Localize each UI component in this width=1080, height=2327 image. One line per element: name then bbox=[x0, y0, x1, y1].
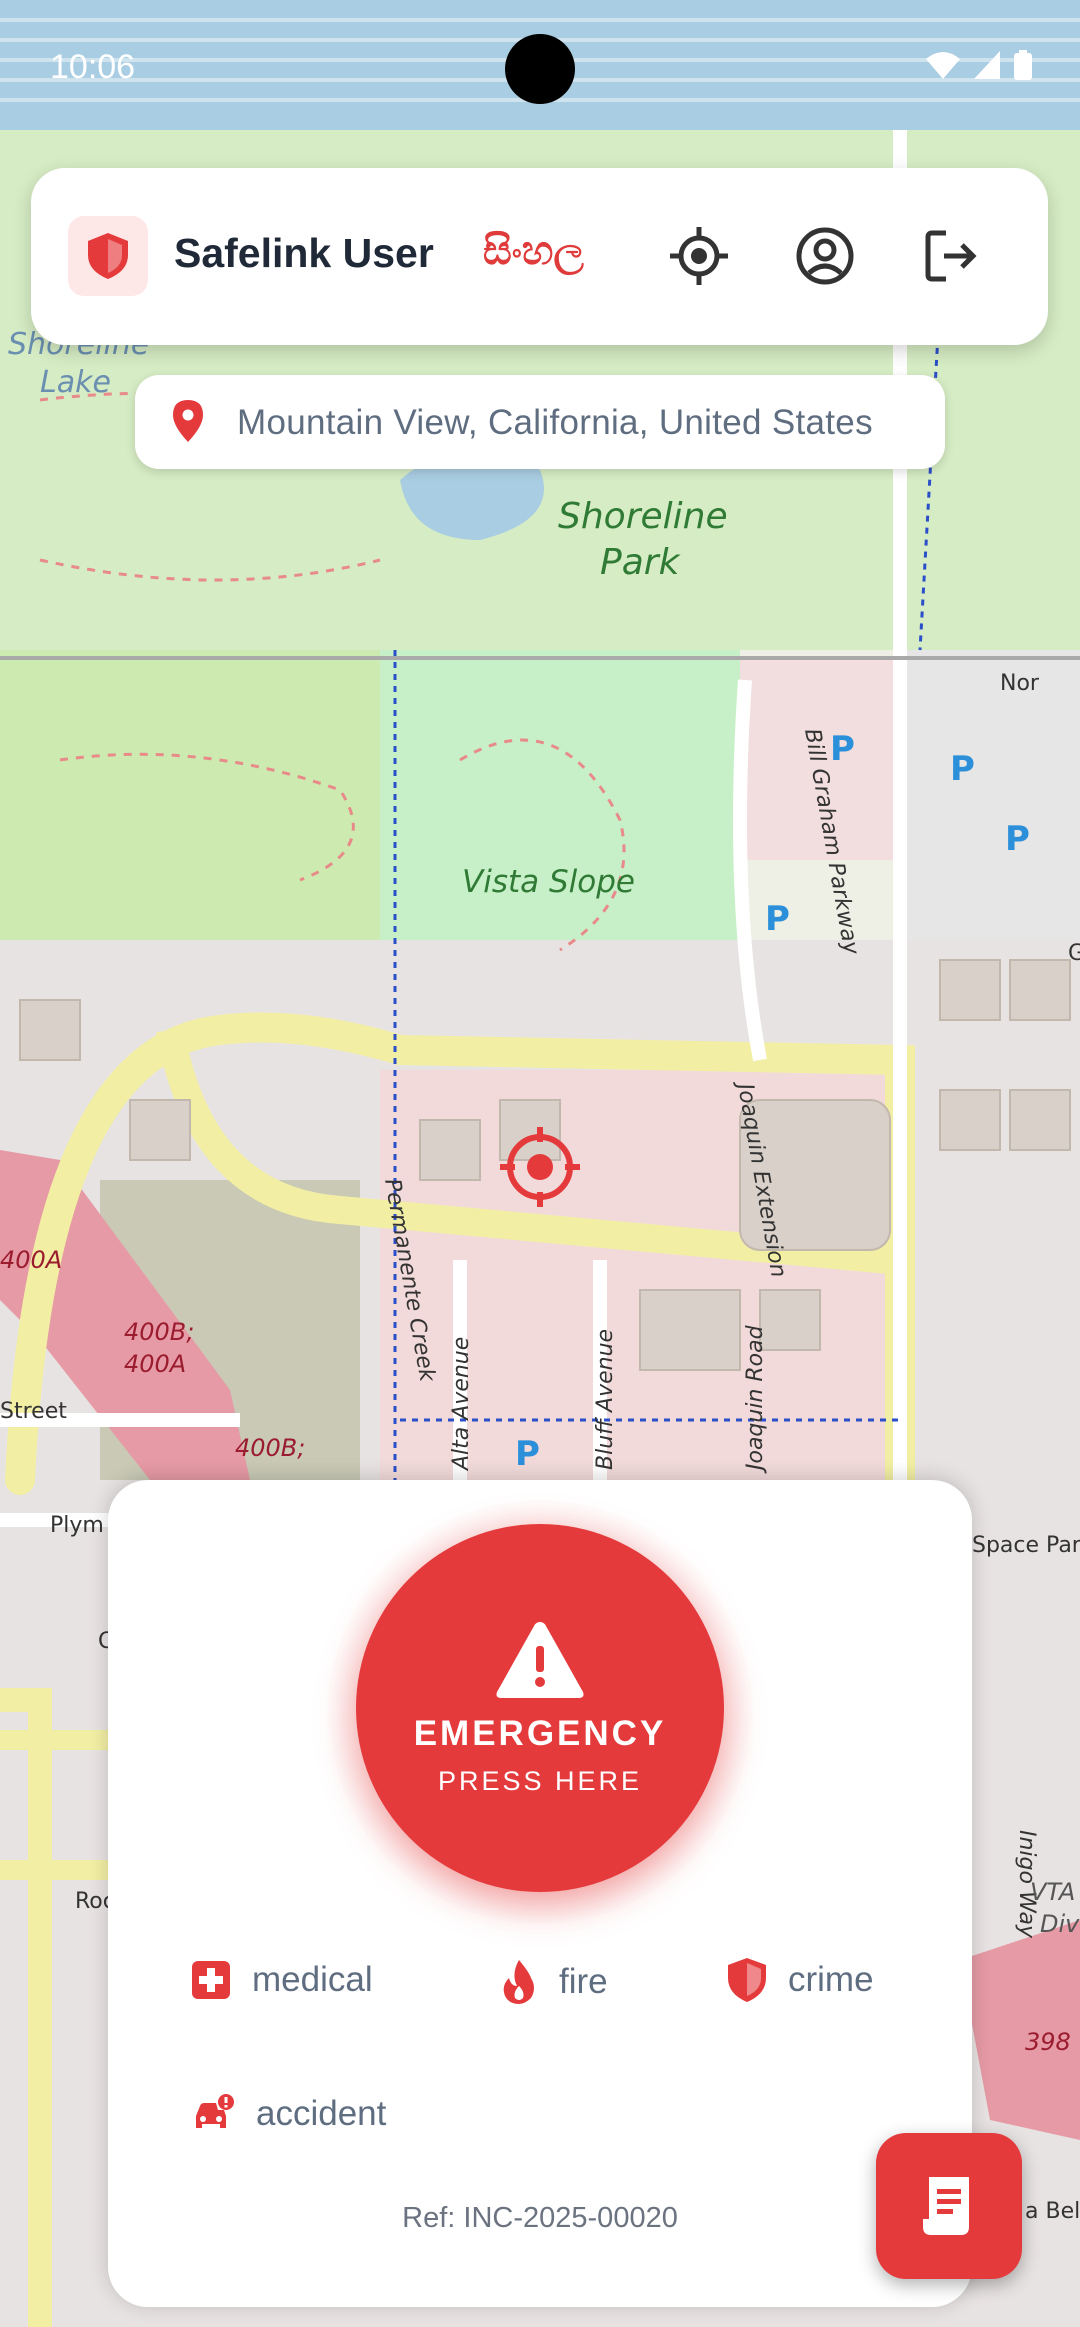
wifi-icon bbox=[926, 52, 960, 79]
category-fire[interactable]: fire bbox=[501, 1960, 608, 2004]
category-label: medical bbox=[252, 1960, 373, 1999]
shield-icon bbox=[88, 233, 128, 279]
parking-marker: P bbox=[950, 749, 975, 789]
app-header: Safelink User සිංහල bbox=[31, 168, 1048, 345]
map-label: G bbox=[1068, 941, 1080, 966]
map-label: a Bell bbox=[1025, 2199, 1080, 2224]
logout-icon bbox=[925, 230, 977, 282]
map-label: 400A bbox=[124, 1350, 186, 1378]
map-label: Plym bbox=[50, 1513, 104, 1538]
map-label: 400B; bbox=[124, 1318, 194, 1346]
app-title: Safelink User bbox=[174, 230, 434, 276]
map-label: Street bbox=[0, 1399, 67, 1424]
map-label: VTA bbox=[1030, 1878, 1075, 1906]
parking-marker: P bbox=[515, 1434, 540, 1474]
shield-icon bbox=[728, 1958, 766, 2002]
my-location-icon bbox=[670, 227, 728, 285]
category-medical[interactable]: medical bbox=[192, 1960, 373, 2000]
incident-reference: Ref: INC-2025-00020 bbox=[402, 2202, 678, 2234]
emergency-button[interactable]: EMERGENCY PRESS HERE bbox=[356, 1524, 724, 1892]
language-toggle-button[interactable]: සිංහල bbox=[483, 228, 584, 274]
location-text: Mountain View, California, United States bbox=[237, 403, 873, 442]
map-label: 400B; bbox=[235, 1434, 305, 1462]
location-pin-icon bbox=[173, 400, 203, 442]
map-label: Lake bbox=[40, 365, 111, 400]
map-label: 398 bbox=[1025, 2028, 1071, 2056]
status-icons bbox=[926, 50, 1032, 80]
map-label: 400A bbox=[0, 1246, 62, 1274]
map-label: Shoreline bbox=[558, 496, 728, 537]
medical-cross-icon bbox=[192, 1961, 230, 1999]
category-label: crime bbox=[788, 1960, 874, 1999]
map-label: Alta Avenue bbox=[449, 1337, 474, 1472]
category-accident[interactable]: accident bbox=[192, 2094, 386, 2134]
warning-icon bbox=[496, 1621, 584, 1698]
reports-fab-button[interactable] bbox=[876, 2133, 1022, 2279]
emergency-title: EMERGENCY bbox=[413, 1713, 667, 1753]
signal-icon bbox=[974, 51, 1000, 79]
status-bar: 10:06 bbox=[0, 0, 1080, 130]
receipt-icon bbox=[923, 2177, 969, 2235]
map-label: Vista Slope bbox=[462, 864, 635, 900]
camera-cutout bbox=[505, 34, 575, 104]
map-label: Space Park bbox=[972, 1533, 1080, 1558]
my-location-button[interactable] bbox=[667, 224, 731, 288]
parking-marker: P bbox=[765, 899, 790, 939]
map-label: Bluff Avenue bbox=[593, 1329, 618, 1470]
category-crime[interactable]: crime bbox=[728, 1958, 874, 2002]
logout-button[interactable] bbox=[919, 224, 983, 288]
app-logo bbox=[68, 216, 148, 296]
map-label: Park bbox=[600, 542, 682, 583]
profile-button[interactable] bbox=[793, 224, 857, 288]
battery-icon bbox=[1014, 50, 1032, 80]
category-label: fire bbox=[559, 1962, 608, 2001]
status-time: 10:06 bbox=[50, 48, 136, 86]
emergency-panel: EMERGENCY PRESS HERE medical fire crime … bbox=[108, 1480, 972, 2307]
current-location-chip[interactable]: Mountain View, California, United States bbox=[135, 375, 945, 469]
map-label: Div bbox=[1040, 1910, 1080, 1938]
map-label: Joaquin Road bbox=[743, 1324, 768, 1474]
profile-icon bbox=[796, 227, 854, 285]
category-label: accident bbox=[256, 2094, 387, 2133]
emergency-subtitle: PRESS HERE bbox=[437, 1765, 643, 1796]
parking-marker: P bbox=[1005, 819, 1030, 859]
parking-marker: P bbox=[830, 729, 855, 769]
map-label: Nor bbox=[1000, 671, 1040, 696]
fire-icon bbox=[503, 1960, 534, 2004]
car-alert-icon bbox=[196, 2094, 234, 2128]
